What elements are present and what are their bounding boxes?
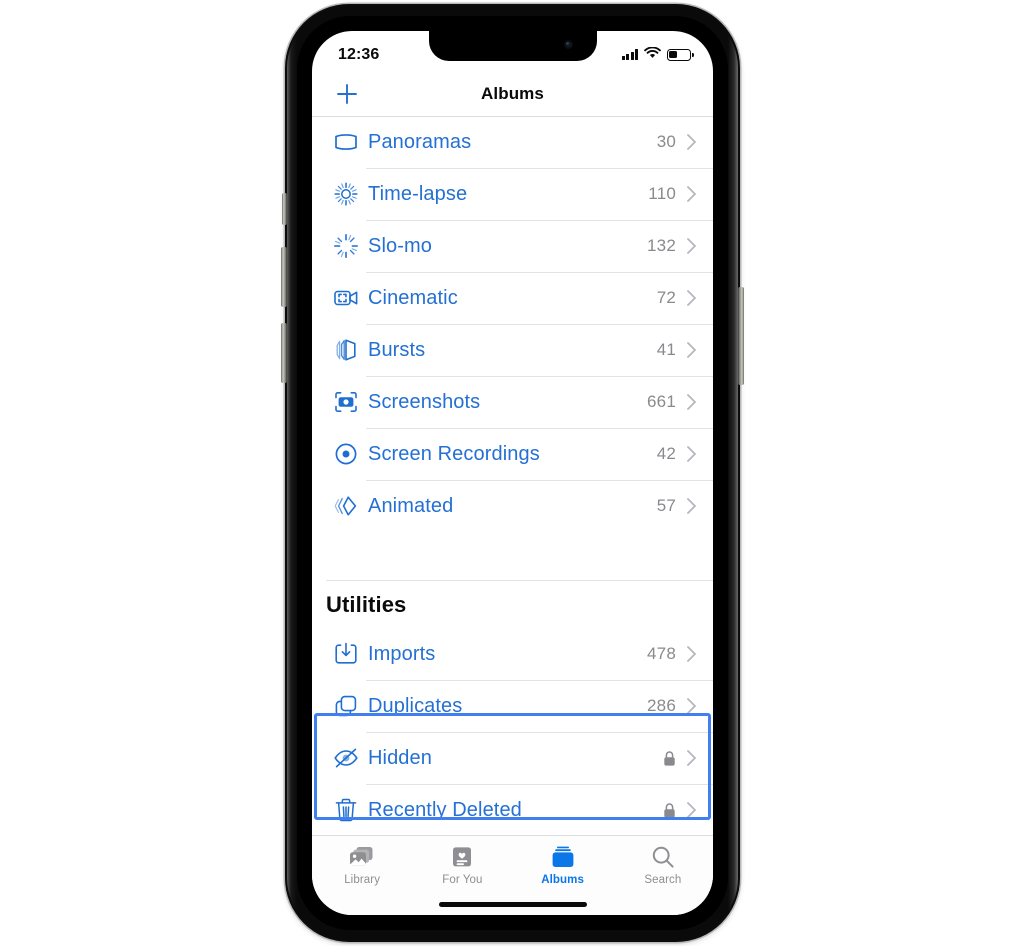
list-item-time-lapse[interactable]: Time-lapse 110 xyxy=(312,168,713,220)
status-indicators xyxy=(621,46,694,64)
list-item-count: 132 xyxy=(647,236,676,255)
chevron-right-icon xyxy=(686,497,697,515)
chevron-right-icon xyxy=(686,749,697,767)
trash-icon xyxy=(326,796,366,824)
status-time: 12:36 xyxy=(338,45,380,63)
cinematic-video-icon xyxy=(326,284,366,312)
screenshot-icon xyxy=(326,388,366,416)
list-item-panoramas[interactable]: Panoramas 30 xyxy=(312,116,713,168)
screen-recording-icon xyxy=(326,440,366,468)
list-item-label: Screen Recordings xyxy=(368,442,540,465)
albums-stack-icon xyxy=(551,844,575,870)
list-item-imports[interactable]: Imports 478 xyxy=(312,628,713,680)
tab-label: Albums xyxy=(541,874,585,886)
list-item-count: 72 xyxy=(656,288,676,307)
for-you-card-icon xyxy=(451,844,473,870)
tab-for-you[interactable]: For You xyxy=(412,844,512,886)
list-item-hidden[interactable]: Hidden xyxy=(312,732,713,784)
list-item-count: 42 xyxy=(656,444,676,463)
list-item-screenshots[interactable]: Screenshots 661 xyxy=(312,376,713,428)
chevron-right-icon xyxy=(686,185,697,203)
home-indicator[interactable] xyxy=(438,901,587,907)
chevron-right-icon xyxy=(686,697,697,715)
tab-library[interactable]: Library xyxy=(312,844,412,886)
list-item-bursts[interactable]: Bursts 41 xyxy=(312,324,713,376)
chevron-right-icon xyxy=(686,341,697,359)
list-item-count: 30 xyxy=(656,132,676,151)
list-item-screen-recordings[interactable]: Screen Recordings 42 xyxy=(312,428,713,480)
albums-list[interactable]: Panoramas 30 Time-lapse 110 Slo-mo 132 C… xyxy=(312,116,713,835)
cellular-signal-icon xyxy=(621,49,638,60)
plus-icon[interactable] xyxy=(334,81,360,107)
list-item-count: 57 xyxy=(656,496,676,515)
timelapse-icon xyxy=(326,180,366,208)
tab-label: For You xyxy=(442,874,483,886)
page-title: Albums xyxy=(481,83,544,103)
import-icon xyxy=(326,640,366,668)
list-item-count: 286 xyxy=(647,696,676,715)
photo-stack-icon xyxy=(349,844,375,870)
navigation-bar: Albums xyxy=(312,71,713,116)
list-item-label: Bursts xyxy=(368,338,426,361)
silent-switch-button[interactable] xyxy=(282,193,287,225)
list-item-recently-deleted[interactable]: Recently Deleted xyxy=(312,784,713,835)
duplicates-icon xyxy=(326,692,366,720)
list-item-label: Slo-mo xyxy=(368,234,432,257)
chevron-right-icon xyxy=(686,645,697,663)
list-item-count: 41 xyxy=(656,340,676,359)
battery-icon xyxy=(667,48,694,61)
hidden-eye-icon xyxy=(326,744,366,772)
tab-label: Search xyxy=(644,874,682,886)
list-item-count: 110 xyxy=(648,184,676,203)
tab-albums[interactable]: Albums xyxy=(513,844,613,886)
list-item-label: Screenshots xyxy=(368,390,481,413)
volume-up-button[interactable] xyxy=(281,247,287,307)
panorama-icon xyxy=(326,128,366,156)
list-item-slo-mo[interactable]: Slo-mo 132 xyxy=(312,220,713,272)
animated-icon xyxy=(326,492,366,520)
chevron-right-icon xyxy=(686,445,697,463)
list-item-label: Hidden xyxy=(368,746,432,769)
lock-icon xyxy=(663,750,676,767)
list-item-label: Duplicates xyxy=(368,694,463,717)
device-notch xyxy=(428,31,597,61)
list-item-label: Time-lapse xyxy=(368,182,468,205)
list-item-count: 478 xyxy=(647,644,676,663)
volume-down-button[interactable] xyxy=(281,323,287,383)
section-header-utilities: Utilities xyxy=(326,592,407,617)
slomo-icon xyxy=(326,232,366,260)
search-icon xyxy=(651,844,675,870)
list-item-label: Recently Deleted xyxy=(368,798,522,821)
bursts-icon xyxy=(326,336,366,364)
list-item-label: Imports xyxy=(368,642,436,665)
wifi-icon xyxy=(644,46,661,64)
chevron-right-icon xyxy=(686,801,697,819)
list-item-animated[interactable]: Animated 57 xyxy=(312,480,713,532)
chevron-right-icon xyxy=(686,393,697,411)
lock-icon xyxy=(663,802,676,819)
front-camera-icon xyxy=(563,40,573,49)
list-item-cinematic[interactable]: Cinematic 72 xyxy=(312,272,713,324)
phone-screen: 12:36 Albums Panoramas 30 Time-lapse 110… xyxy=(312,31,713,915)
chevron-right-icon xyxy=(686,237,697,255)
chevron-right-icon xyxy=(686,133,697,151)
list-item-label: Animated xyxy=(368,494,454,517)
iphone-device-frame: 12:36 Albums Panoramas 30 Time-lapse 110… xyxy=(281,4,744,942)
list-item-label: Cinematic xyxy=(368,286,458,309)
section-separator xyxy=(312,532,713,581)
tab-label: Library xyxy=(344,874,381,886)
list-item-count: 661 xyxy=(647,392,676,411)
chevron-right-icon xyxy=(686,289,697,307)
list-item-label: Panoramas xyxy=(368,130,472,153)
tab-search[interactable]: Search xyxy=(613,844,713,886)
power-button[interactable] xyxy=(738,287,744,385)
list-item-duplicates[interactable]: Duplicates 286 xyxy=(312,680,713,732)
